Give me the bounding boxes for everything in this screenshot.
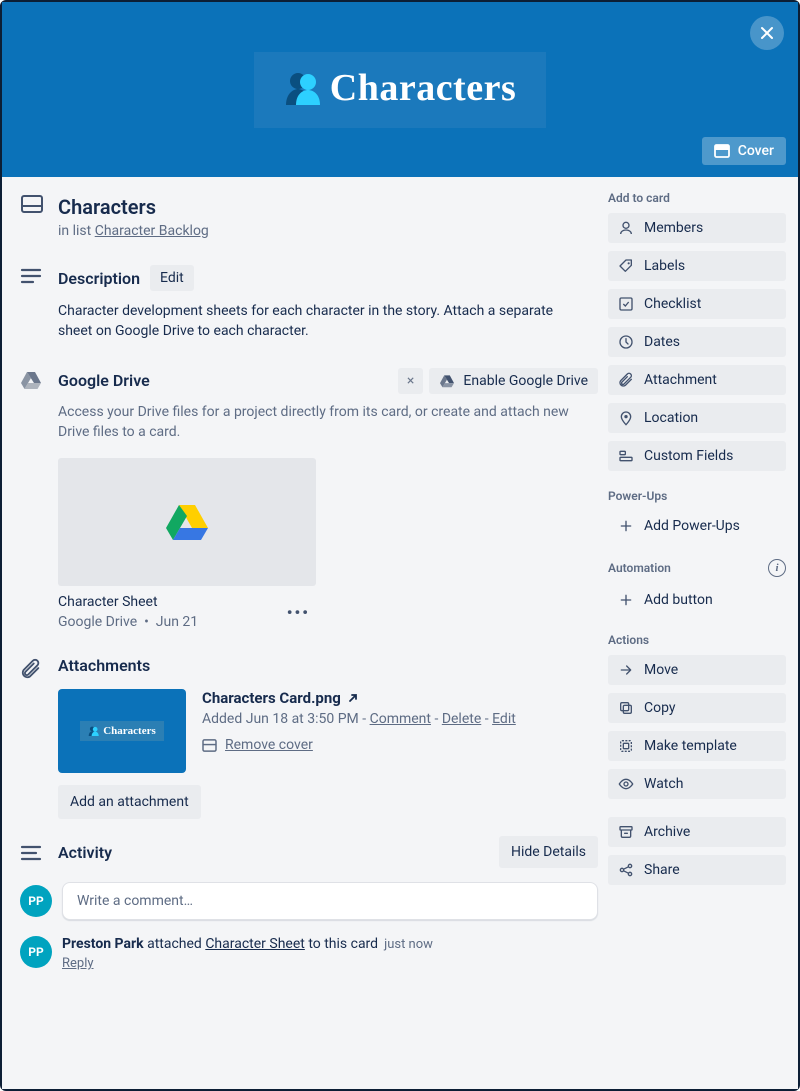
checklist-icon	[618, 296, 634, 312]
external-link-icon	[347, 692, 359, 704]
card-list-location: in list Character Backlog	[58, 223, 598, 239]
add-automation-button[interactable]: Add button	[608, 585, 786, 615]
custom-fields-button[interactable]: Custom Fields	[608, 441, 786, 471]
eye-icon	[618, 776, 634, 792]
cover-button[interactable]: Cover	[702, 137, 786, 165]
comment-input[interactable]: Write a comment…	[62, 882, 598, 920]
actions-heading: Actions	[608, 633, 786, 647]
reply-link[interactable]: Reply	[62, 956, 94, 971]
attachments-heading: Attachments	[58, 656, 598, 675]
attachment-comment-link[interactable]: Comment	[370, 711, 431, 727]
cover-button-label: Cover	[738, 143, 774, 159]
dates-button[interactable]: Dates	[608, 327, 786, 357]
activity-icon	[20, 844, 42, 862]
cover-title-box: Characters	[254, 52, 546, 128]
add-powerups-button[interactable]: Add Power-Ups	[608, 511, 786, 541]
attachment-title[interactable]: Characters Card.png	[202, 689, 516, 707]
watch-button[interactable]: Watch	[608, 769, 786, 799]
close-button[interactable]	[750, 16, 784, 50]
cover-icon	[714, 144, 730, 158]
members-icon	[618, 220, 634, 236]
edit-description-button[interactable]: Edit	[150, 265, 194, 291]
activity-attachment-link[interactable]: Character Sheet	[205, 936, 305, 952]
close-icon	[759, 25, 775, 41]
google-drive-color-icon	[164, 502, 210, 542]
google-drive-subtext: Access your Drive files for a project di…	[58, 402, 588, 443]
add-attachment-button[interactable]: Add an attachment	[58, 785, 201, 819]
cover-small-icon	[202, 739, 217, 752]
card-cover: Characters Cover	[2, 2, 798, 177]
attachment-delete-link[interactable]: Delete	[442, 711, 481, 727]
attachment-edit-link[interactable]: Edit	[492, 711, 516, 727]
card-title[interactable]: Characters	[58, 195, 598, 219]
archive-icon	[618, 824, 634, 840]
description-text[interactable]: Character development sheets for each ch…	[58, 301, 558, 342]
checklist-button[interactable]: Checklist	[608, 289, 786, 319]
attachment-small-icon	[618, 372, 634, 388]
google-drive-heading: Google Drive	[58, 371, 150, 390]
enable-google-drive-button[interactable]: Enable Google Drive	[429, 368, 598, 394]
attachment-icon	[20, 658, 42, 680]
location-icon	[618, 410, 634, 426]
members-button[interactable]: Members	[608, 213, 786, 243]
labels-button[interactable]: Labels	[608, 251, 786, 281]
drive-file-more-button[interactable]: •••	[281, 599, 316, 626]
drive-file-thumbnail[interactable]	[58, 458, 316, 586]
automation-info-button[interactable]: i	[768, 559, 786, 577]
labels-icon	[618, 258, 634, 274]
activity-time: just now	[384, 937, 433, 952]
share-icon	[618, 862, 634, 878]
arrow-right-icon	[618, 662, 634, 678]
make-template-button[interactable]: Make template	[608, 731, 786, 761]
people-silhouette-icon	[284, 71, 324, 105]
drive-file-meta: Google Drive • Jun 21	[58, 614, 198, 630]
description-icon	[20, 267, 42, 285]
dismiss-drive-button[interactable]: ×	[398, 368, 423, 394]
google-drive-small-icon	[439, 374, 455, 388]
plus-icon	[618, 592, 634, 608]
hide-details-button[interactable]: Hide Details	[499, 836, 598, 868]
people-mini-icon	[88, 726, 100, 736]
automation-heading: Automation	[608, 561, 671, 575]
attachment-meta: Added Jun 18 at 3:50 PM - Comment - Dele…	[202, 711, 516, 727]
add-to-card-heading: Add to card	[608, 191, 786, 205]
drive-file-name[interactable]: Character Sheet	[58, 594, 198, 610]
powerups-heading: Power-Ups	[608, 489, 786, 503]
template-icon	[618, 738, 634, 754]
plus-icon	[618, 518, 634, 534]
copy-icon	[618, 700, 634, 716]
archive-button[interactable]: Archive	[608, 817, 786, 847]
custom-fields-icon	[618, 448, 634, 464]
attachment-button[interactable]: Attachment	[608, 365, 786, 395]
clock-icon	[618, 334, 634, 350]
google-drive-icon	[20, 370, 42, 390]
activity-user[interactable]: Preston Park	[62, 936, 144, 952]
activity-heading: Activity	[58, 843, 112, 862]
user-avatar[interactable]: PP	[20, 936, 52, 968]
cover-title: Characters	[330, 66, 516, 110]
description-heading: Description	[58, 269, 140, 288]
copy-button[interactable]: Copy	[608, 693, 786, 723]
remove-cover-link[interactable]: Remove cover	[225, 737, 313, 753]
card-icon	[20, 193, 44, 215]
list-link[interactable]: Character Backlog	[95, 223, 209, 239]
user-avatar[interactable]: PP	[20, 885, 52, 917]
share-button[interactable]: Share	[608, 855, 786, 885]
attachment-thumbnail[interactable]: Characters	[58, 689, 186, 773]
move-button[interactable]: Move	[608, 655, 786, 685]
location-button[interactable]: Location	[608, 403, 786, 433]
